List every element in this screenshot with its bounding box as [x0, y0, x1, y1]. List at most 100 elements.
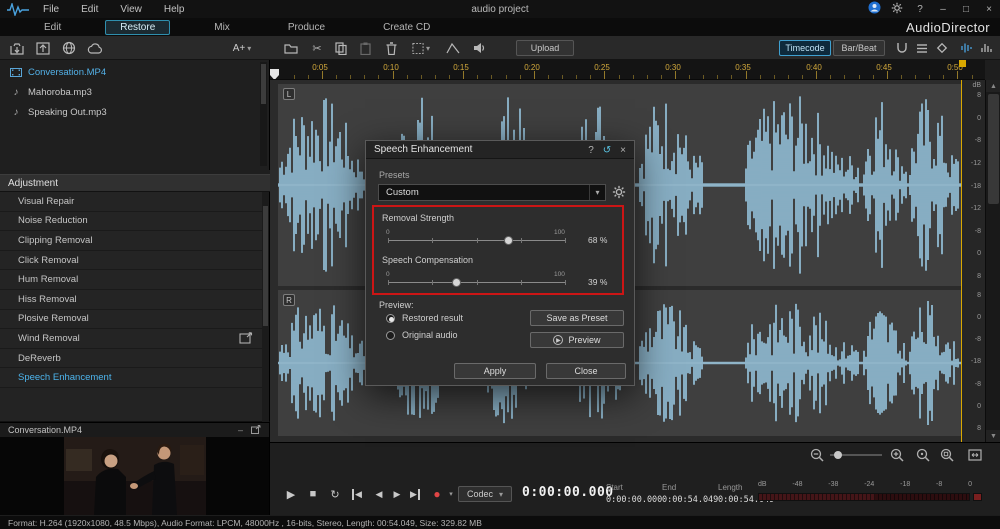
- go-to-end-button[interactable]: ▶: [406, 486, 424, 502]
- snap-icon[interactable]: [893, 39, 911, 57]
- adjustment-item-visual-repair[interactable]: Visual Repair: [0, 192, 269, 212]
- fit-project-icon[interactable]: [966, 447, 984, 463]
- zoom-fit-icon[interactable]: [914, 447, 932, 463]
- scrollbar-thumb[interactable]: [988, 94, 999, 204]
- close-button[interactable]: ×: [982, 4, 996, 15]
- spectral-view-icon[interactable]: [978, 39, 996, 57]
- stop-button[interactable]: ■: [304, 486, 322, 502]
- menu-help[interactable]: Help: [153, 4, 196, 15]
- library-scrollbar[interactable]: [260, 62, 267, 166]
- copy-icon[interactable]: [332, 39, 350, 57]
- end-marker-flag[interactable]: [959, 60, 966, 67]
- menu-edit[interactable]: Edit: [70, 4, 109, 15]
- zoom-selection-icon[interactable]: [938, 447, 956, 463]
- radio-original-audio[interactable]: Original audio: [386, 330, 458, 340]
- dialog-slider[interactable]: 0 100 39 %: [382, 271, 622, 289]
- library-item-conversation[interactable]: Conversation.MP4: [0, 64, 269, 80]
- scroll-down-icon[interactable]: ▼: [986, 430, 1000, 442]
- zoom-slider-handle[interactable]: [834, 451, 842, 459]
- adjustment-item-hum-removal[interactable]: Hum Removal: [0, 270, 269, 290]
- clip-indicator: [973, 493, 982, 501]
- bar-beat-button[interactable]: Bar/Beat: [833, 40, 885, 56]
- account-icon[interactable]: [867, 1, 881, 17]
- step-back-button[interactable]: ◀: [370, 486, 388, 502]
- popout-panel-icon[interactable]: [251, 424, 261, 436]
- help-icon[interactable]: ?: [913, 4, 927, 15]
- go-to-start-button[interactable]: ◀: [348, 486, 366, 502]
- adjustment-item-hiss-removal[interactable]: Hiss Removal: [0, 290, 269, 310]
- video-preview-area[interactable]: [0, 437, 270, 515]
- slider-track[interactable]: [388, 278, 566, 287]
- adjustment-item-dereverb[interactable]: DeReverb: [0, 349, 269, 369]
- loop-button[interactable]: ↻: [326, 486, 344, 502]
- waveform-view-icon[interactable]: [958, 39, 976, 57]
- cloud-icon[interactable]: [86, 39, 104, 57]
- tab-mix[interactable]: Mix: [200, 21, 244, 34]
- settings-gear-icon[interactable]: [890, 2, 904, 17]
- vertical-scrollbar[interactable]: ▲ ▼: [985, 80, 1000, 442]
- timecode-button[interactable]: Timecode: [779, 40, 831, 56]
- library-item-mahoroba[interactable]: ♪ Mahoroba.mp3: [0, 84, 269, 100]
- apply-button[interactable]: Apply: [454, 363, 536, 379]
- adjustment-item-wind-removal[interactable]: Wind Removal: [0, 329, 269, 349]
- preset-gear-icon[interactable]: [612, 185, 626, 204]
- slider-handle[interactable]: [452, 278, 462, 287]
- import-media-icon[interactable]: [8, 39, 26, 57]
- adjustment-item-clipping-removal[interactable]: Clipping Removal: [0, 231, 269, 251]
- adjustment-item-speech-enhancement[interactable]: Speech Enhancement: [0, 368, 269, 388]
- library-item-label: Speaking Out.mp3: [28, 106, 107, 118]
- preview-button[interactable]: ▶ Preview: [530, 332, 624, 348]
- step-forward-button[interactable]: ▶: [388, 486, 406, 502]
- paste-icon[interactable]: [356, 39, 374, 57]
- dialog-slider[interactable]: 0 100 68 %: [382, 229, 622, 247]
- tab-create-cd[interactable]: Create CD: [369, 21, 444, 34]
- dialog-close-icon[interactable]: ×: [616, 143, 630, 157]
- library-item-speaking-out[interactable]: ♪ Speaking Out.mp3: [0, 104, 269, 120]
- play-button[interactable]: ▶: [282, 486, 300, 502]
- zoom-slider[interactable]: [830, 451, 882, 459]
- dialog-help-icon[interactable]: ?: [584, 143, 598, 157]
- menu-file[interactable]: File: [32, 4, 70, 15]
- delete-icon[interactable]: [382, 39, 400, 57]
- minimize-button[interactable]: –: [936, 4, 950, 15]
- menu-view[interactable]: View: [109, 4, 153, 15]
- media-info-text: Format: H.264 (1920x1080, 48.5 Mbps), Au…: [8, 517, 482, 528]
- speaker-icon[interactable]: [470, 39, 488, 57]
- adjustment-item-plosive-removal[interactable]: Plosive Removal: [0, 310, 269, 330]
- close-dialog-button[interactable]: Close: [546, 363, 626, 379]
- select-tool-icon[interactable]: ▾: [412, 39, 430, 57]
- adjustment-item-noise-reduction[interactable]: Noise Reduction: [0, 212, 269, 232]
- marker-list-icon[interactable]: [913, 39, 931, 57]
- cut-icon[interactable]: ✂: [308, 39, 326, 57]
- export-media-icon[interactable]: [34, 39, 52, 57]
- slider-track[interactable]: [388, 236, 566, 245]
- adjustment-item-click-removal[interactable]: Click Removal: [0, 251, 269, 271]
- upload-button[interactable]: Upload: [516, 40, 574, 56]
- keyframe-icon[interactable]: [933, 39, 951, 57]
- scroll-up-icon[interactable]: ▲: [986, 80, 1000, 92]
- timeline-ruler[interactable]: 0:05 0:10 0:15 0:20 0:25 0:30 0:35 0:40 …: [270, 60, 985, 80]
- presets-dropdown[interactable]: Custom ▾: [378, 184, 606, 201]
- apply-to-clip-icon[interactable]: [239, 332, 253, 347]
- playhead-marker[interactable]: [270, 69, 279, 79]
- fade-tool-icon[interactable]: [444, 39, 462, 57]
- collapse-panel-icon[interactable]: –: [238, 425, 243, 436]
- removal-strength-value: 68 %: [588, 235, 608, 245]
- slider-handle[interactable]: [504, 236, 514, 245]
- zoom-in-icon[interactable]: [888, 447, 906, 463]
- adjustment-scrollbar[interactable]: [262, 192, 269, 422]
- zoom-out-icon[interactable]: [808, 447, 826, 463]
- tab-restore[interactable]: Restore: [105, 19, 171, 35]
- text-size-tool[interactable]: A+ ▾: [228, 39, 256, 57]
- radio-restored-result[interactable]: Restored result: [386, 313, 463, 323]
- open-file-icon[interactable]: [282, 39, 300, 57]
- download-web-icon[interactable]: [60, 39, 78, 57]
- ruler-label: 0:25: [594, 63, 610, 72]
- codec-button[interactable]: Codec ▾: [458, 486, 512, 502]
- dialog-reset-icon[interactable]: ↺: [600, 143, 614, 157]
- maximize-button[interactable]: □: [959, 4, 973, 15]
- save-as-preset-button[interactable]: Save as Preset: [530, 310, 624, 326]
- current-time-display: 0:00:00.000: [522, 485, 614, 500]
- tab-edit[interactable]: Edit: [30, 21, 75, 34]
- tab-produce[interactable]: Produce: [274, 21, 339, 34]
